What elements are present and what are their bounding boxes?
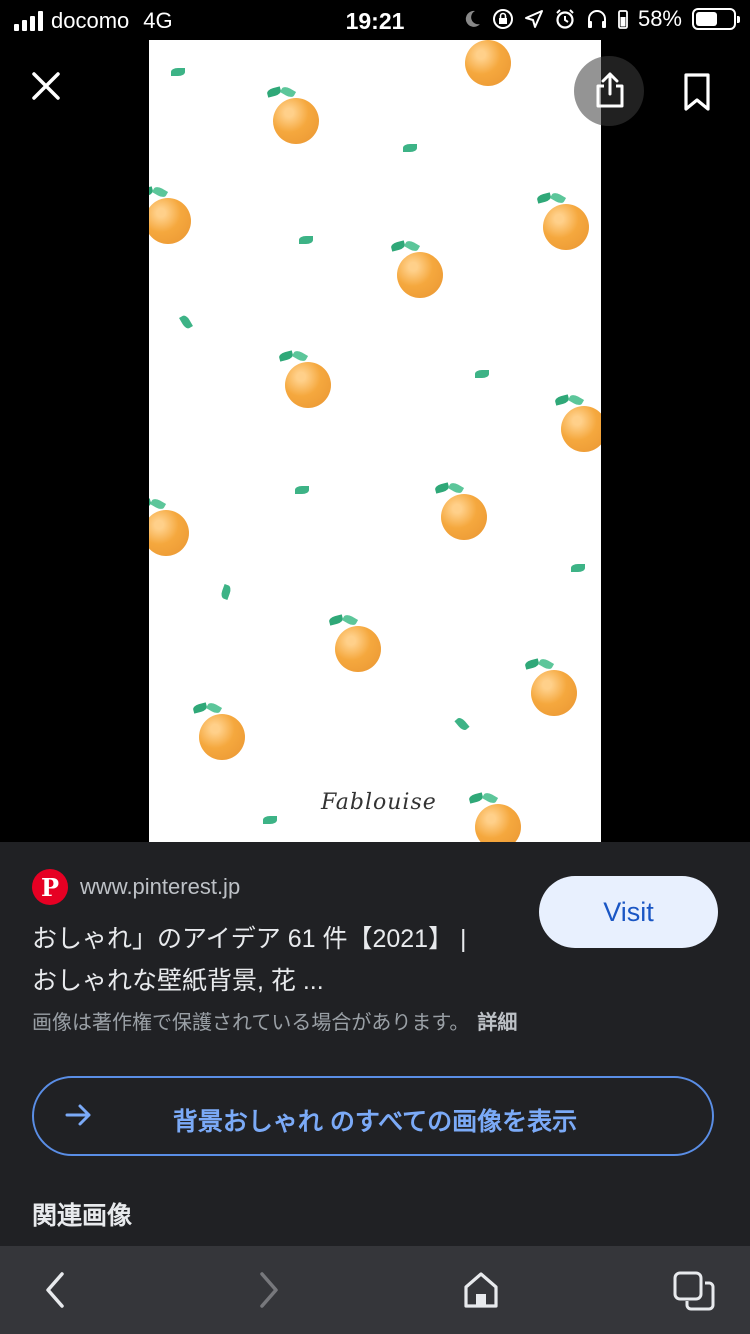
tabs-icon: [673, 1271, 715, 1311]
orange-illustration: [328, 613, 381, 672]
view-all-images-label: 背景おしゃれ のすべての画像を表示: [172, 1108, 578, 1136]
orange-illustration: [149, 497, 189, 556]
related-images-heading: 関連画像: [32, 1202, 133, 1230]
result-title-line2: おしゃれな壁紙背景, 花 ...: [32, 967, 324, 995]
image-preview[interactable]: Fablouise: [149, 40, 601, 842]
alarm-icon: [556, 9, 574, 29]
leaf-illustration: [454, 716, 470, 732]
image-signature: Fablouise: [321, 790, 437, 815]
orange-illustration: [554, 393, 601, 452]
orange-illustration: [468, 791, 521, 842]
battery-small-icon: [618, 10, 628, 29]
site-url[interactable]: www.pinterest.jp: [80, 874, 240, 900]
battery-percent: 58%: [637, 6, 682, 31]
status-right: 58%: [462, 6, 740, 32]
orange-illustration: [465, 40, 511, 86]
copyright-notice: 画像は著作権で保護されている場合があります。 詳細: [32, 1006, 517, 1035]
leaf-illustration: [403, 144, 417, 152]
leaf-illustration: [263, 816, 277, 824]
orange-illustration: [434, 481, 487, 540]
orange-illustration: [278, 349, 331, 408]
location-icon: [524, 10, 543, 28]
leaf-illustration: [219, 584, 233, 600]
site-row[interactable]: P www.pinterest.jp: [32, 869, 240, 905]
back-button[interactable]: [40, 1270, 72, 1315]
orange-illustration: [390, 239, 443, 298]
leaf-illustration: [295, 486, 309, 494]
leaf-illustration: [299, 236, 313, 244]
battery-icon: [692, 8, 740, 30]
home-button[interactable]: [462, 1270, 500, 1315]
share-icon: [596, 72, 624, 108]
forward-icon: [260, 1272, 278, 1308]
tabs-button[interactable]: [672, 1270, 716, 1317]
rotation-lock-icon: [492, 9, 513, 29]
close-button[interactable]: [28, 68, 64, 104]
home-icon: [464, 1272, 498, 1308]
browser-toolbar: [0, 1246, 750, 1334]
moon-icon: [465, 10, 480, 27]
result-title[interactable]: おしゃれ」のアイデア 61 件【2021】 | おしゃれな壁紙背景, 花 ...: [32, 918, 522, 1002]
bookmark-button[interactable]: [680, 72, 714, 117]
copyright-text: 画像は著作権で保護されている場合があります。: [32, 1012, 470, 1034]
leaf-illustration: [171, 68, 185, 76]
pinterest-logo-icon: P: [32, 869, 68, 905]
battery-fill: [696, 12, 717, 26]
result-panel: P www.pinterest.jp おしゃれ」のアイデア 61 件【2021】…: [0, 842, 750, 1246]
leaf-illustration: [571, 564, 585, 572]
headphones-icon: [587, 10, 606, 28]
result-title-line1: おしゃれ」のアイデア 61 件【2021】 |: [32, 925, 467, 953]
bookmark-icon: [684, 73, 710, 111]
orange-illustration: [524, 657, 577, 716]
status-bar: docomo 4G 19:21 58%: [0, 0, 750, 40]
details-link[interactable]: 詳細: [477, 1012, 517, 1034]
orange-illustration: [536, 191, 589, 250]
orange-illustration: [266, 85, 319, 144]
view-all-images-button[interactable]: 背景おしゃれ のすべての画像を表示: [32, 1076, 714, 1156]
image-viewer: Fablouise: [0, 40, 750, 842]
forward-button[interactable]: [252, 1270, 284, 1315]
leaf-illustration: [475, 370, 489, 378]
orange-illustration: [149, 185, 191, 244]
leaf-illustration: [179, 313, 193, 331]
close-icon: [32, 72, 60, 100]
orange-illustration: [192, 701, 245, 760]
back-icon: [46, 1272, 64, 1308]
share-button[interactable]: [574, 56, 644, 126]
visit-button[interactable]: Visit: [539, 876, 718, 948]
